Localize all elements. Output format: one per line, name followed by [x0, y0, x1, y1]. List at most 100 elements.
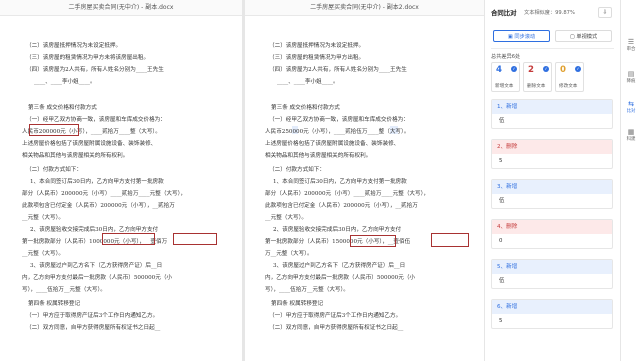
- rail-item[interactable]: ☰ 审合: [621, 38, 640, 53]
- diff-card-value: 0: [499, 238, 503, 244]
- doc-line: __元整（大写）。: [22, 215, 64, 221]
- doc-line: 相关物品和其他与该房屋相关的所有权利。: [22, 153, 129, 159]
- doc-line: （三）该房屋的租赁情况为甲方未将该房屋出租。: [26, 55, 150, 61]
- diff-card-body: 伍: [492, 274, 612, 288]
- doc-line: 1、本合同签订后30日内，乙方向甲方支付第一批房款: [30, 179, 164, 185]
- doc-line: 内，乙方向甲方支付最后一批房款（人民币）500000元（小: [265, 275, 416, 281]
- doc-line: 第四条 权属转移登记: [28, 301, 81, 307]
- doc-line: 此款项包含已付定金（人民币）200000元（小写），__贰拾万: [22, 203, 175, 209]
- stat-added-num: 4: [496, 65, 502, 75]
- diff-card-body: 伍: [492, 194, 612, 208]
- compare-panel: 合同比对 文本相似度：99.87% ⇩ ▣ 同步滚动 ▢ 单视模式 总共差异6处…: [484, 0, 620, 361]
- diff-card[interactable]: 3、新增伍: [491, 179, 613, 209]
- doc-line: （一）经甲乙双方协商一致，该房屋和车库成交价格为：: [269, 117, 409, 123]
- stat-modified-num: 0: [560, 65, 566, 75]
- doc-line: （一）甲方应于取得房产证后3个工作日内通知乙方。: [269, 313, 402, 319]
- sync-scroll-label: 同步滚动: [514, 34, 536, 40]
- doc-line: 内，乙方向甲方支付最后一批房款（人民币）500000元（小: [22, 275, 173, 281]
- sync-scroll-toggle[interactable]: ▣ 同步滚动: [493, 30, 550, 42]
- diff-card-value: 5: [499, 158, 503, 164]
- left-document-title: 二手房屋买卖合同(无中介) - 副本.docx: [0, 0, 242, 16]
- doc-line: （二）该房屋抵押情况为未设定抵押。: [26, 43, 122, 49]
- check-icon: ✓: [575, 66, 581, 72]
- doc-line: （二）双方同意，自甲方获得房屋所有权证书之日起__: [269, 325, 404, 331]
- doc-line: 3、该房屋过户到乙方名下（乙方获得房产证）后__日: [273, 263, 406, 269]
- doc-line: __元整（大写）。: [265, 215, 307, 221]
- doc-line: 人民币250000元（小写），____贰拾伍万____整（大写）。: [265, 129, 410, 135]
- rail-icon: ▤: [627, 70, 635, 78]
- rail-icon: ▦: [627, 128, 635, 136]
- diff-box-1[interactable]: [29, 124, 79, 136]
- doc-line: 第三条 成交价格和付款方式: [271, 105, 340, 111]
- doc-line: __元整（大写）。: [22, 251, 64, 257]
- stat-added[interactable]: 4 ✓ 新增文本: [491, 62, 520, 92]
- diff-card-body: 5: [492, 314, 612, 328]
- check-icon: ✓: [543, 66, 549, 72]
- doc-line: 写），____伍拾万__元整（大写）。: [265, 287, 349, 293]
- diff-count: 总共差异6处: [491, 54, 521, 60]
- diff-card-value: 伍: [499, 198, 505, 204]
- diff-card-value: 5: [499, 318, 503, 324]
- doc-line: 相关物品和其他与该房屋相关的所有权利。: [265, 153, 372, 159]
- doc-line: （二）该房屋抵押情况为未设定抵押。: [269, 43, 365, 49]
- diff-card[interactable]: 2、删除 5: [491, 139, 613, 169]
- doc-line: 第三条 成交价格和付款方式: [28, 105, 97, 111]
- export-button[interactable]: ⇩: [598, 7, 612, 18]
- check-icon: ✓: [511, 66, 517, 72]
- doc-line: 第四条 权属转移登记: [271, 301, 324, 307]
- doc-line: （三）该房屋的租赁情况为甲方出租。: [269, 55, 365, 61]
- rail-item[interactable]: ▤ 降痕: [621, 70, 640, 85]
- doc-line: （四）该房屋为2人共有，所有人姓名分别为____王先生: [269, 67, 407, 73]
- diff-card[interactable]: 5、新增伍: [491, 259, 613, 289]
- doc-line: （四）该房屋为2人共有，所有人姓名分别为____王先生: [26, 67, 164, 73]
- rail-label: 降痕: [626, 79, 636, 84]
- stat-deleted[interactable]: 2 ✓ 删除文本: [523, 62, 552, 92]
- doc-line: 万__元整（大写）。: [265, 251, 313, 257]
- panel-title: 合同比对: [491, 9, 517, 17]
- diff-card-body: 5: [492, 154, 612, 168]
- diff-box-2[interactable]: [350, 235, 396, 247]
- doc-line: （一）经甲乙双方协商一致，该房屋和车库成交价格为：: [26, 117, 166, 123]
- rail-label: 科建: [626, 137, 636, 142]
- single-mode-label: 单视模式: [576, 34, 598, 40]
- diff-card-head: 2、删除: [492, 140, 612, 154]
- panel-divider: [491, 48, 614, 49]
- right-document-pane[interactable]: 二手房屋买卖合同(无中介) - 副本2.docx （二）该房屋抵押情况为未设定抵…: [245, 0, 484, 361]
- left-document-pane[interactable]: 二手房屋买卖合同(无中介) - 副本.docx （二）该房屋抵押情况为未设定抵押…: [0, 0, 242, 361]
- diff-card-value: 伍: [499, 118, 505, 124]
- diff-box-3[interactable]: [102, 233, 155, 245]
- rail-icon: ⇆: [628, 100, 634, 108]
- rail-item[interactable]: ⇆ 比对: [621, 100, 640, 115]
- doc-line: 3、该房屋过户到乙方名下（乙方获得房产证）后__日: [30, 263, 163, 269]
- diff-card-head: 4、删除: [492, 220, 612, 234]
- diff-box-4[interactable]: [173, 233, 217, 245]
- diff-card-head: 5、新增: [492, 260, 612, 274]
- doc-line: （二）付款方式如下：: [269, 167, 325, 173]
- doc-line: 写），____伍拾万__元整（大写）。: [22, 287, 106, 293]
- diff-card[interactable]: 6、新增 5: [491, 299, 613, 329]
- stat-modified-label: 修改文本: [559, 84, 578, 89]
- doc-line: （二）付款方式如下：: [26, 167, 82, 173]
- doc-line: 上述房屋价格包括了该房屋附属设施设备、装饰装修、: [265, 141, 400, 147]
- doc-line: 此款项包含已付定金（人民币）200000元（小写），__贰拾万: [265, 203, 418, 209]
- doc-line: 2、该房屋验收交接完成后30日内，乙方向甲方支付: [273, 227, 402, 233]
- diff-card[interactable]: 4、删除 0: [491, 219, 613, 249]
- single-mode-toggle[interactable]: ▢ 单视模式: [555, 30, 612, 42]
- stat-deleted-num: 2: [528, 65, 534, 75]
- right-document-title: 二手房屋买卖合同(无中介) - 副本2.docx: [245, 0, 484, 16]
- stat-deleted-label: 删除文本: [527, 84, 546, 89]
- rail-label: 审合: [626, 47, 636, 52]
- diff-card-body: 伍: [492, 114, 612, 128]
- stat-added-label: 新增文本: [495, 84, 514, 89]
- doc-line: ____、____李小姐____。: [277, 79, 339, 85]
- stat-modified[interactable]: 0 ✓ 修改文本: [555, 62, 584, 92]
- doc-line: （一）甲方应于取得房产证后3个工作日内通知乙方。: [26, 313, 159, 319]
- doc-line: 部分（人民币）200000元（小写）____贰拾万____元整（大写），: [22, 191, 186, 197]
- diff-box-5[interactable]: [431, 233, 469, 247]
- diff-card-head: 6、新增: [492, 300, 612, 314]
- rail-icon: ☰: [627, 38, 635, 46]
- diff-card[interactable]: 1、新增伍: [491, 99, 613, 129]
- rail-item[interactable]: ▦ 科建: [621, 128, 640, 143]
- doc-line: （二）双方同意，自甲方获得房屋所有权证书之日起__: [26, 325, 161, 331]
- doc-line: ____、____李小姐____。: [34, 79, 96, 85]
